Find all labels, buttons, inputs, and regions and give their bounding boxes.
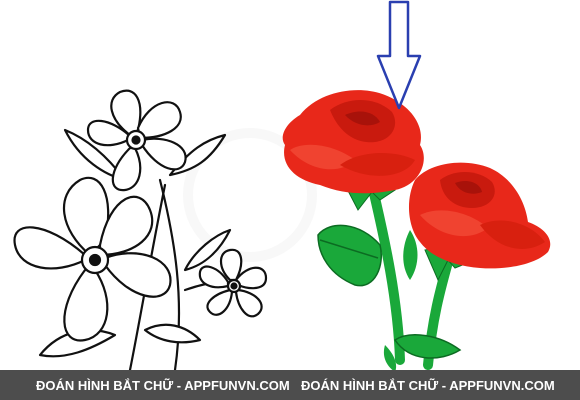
down-arrow-icon (376, 0, 422, 110)
caption-right: ĐOÁN HÌNH BẮT CHỮ - APPFUNVN.COM (301, 378, 555, 393)
red-roses (282, 90, 551, 372)
caption-left: ĐOÁN HÌNH BẮT CHỮ - APPFUNVN.COM (36, 378, 290, 393)
upper-rose (282, 90, 424, 194)
caption-bar: ĐOÁN HÌNH BẮT CHỮ - APPFUNVN.COM ĐOÁN HÌ… (0, 370, 580, 400)
big-line-flower (13, 176, 172, 342)
puzzle-image: ĐOÁN HÌNH BẮT CHỮ - APPFUNVN.COM ĐOÁN HÌ… (0, 0, 580, 400)
